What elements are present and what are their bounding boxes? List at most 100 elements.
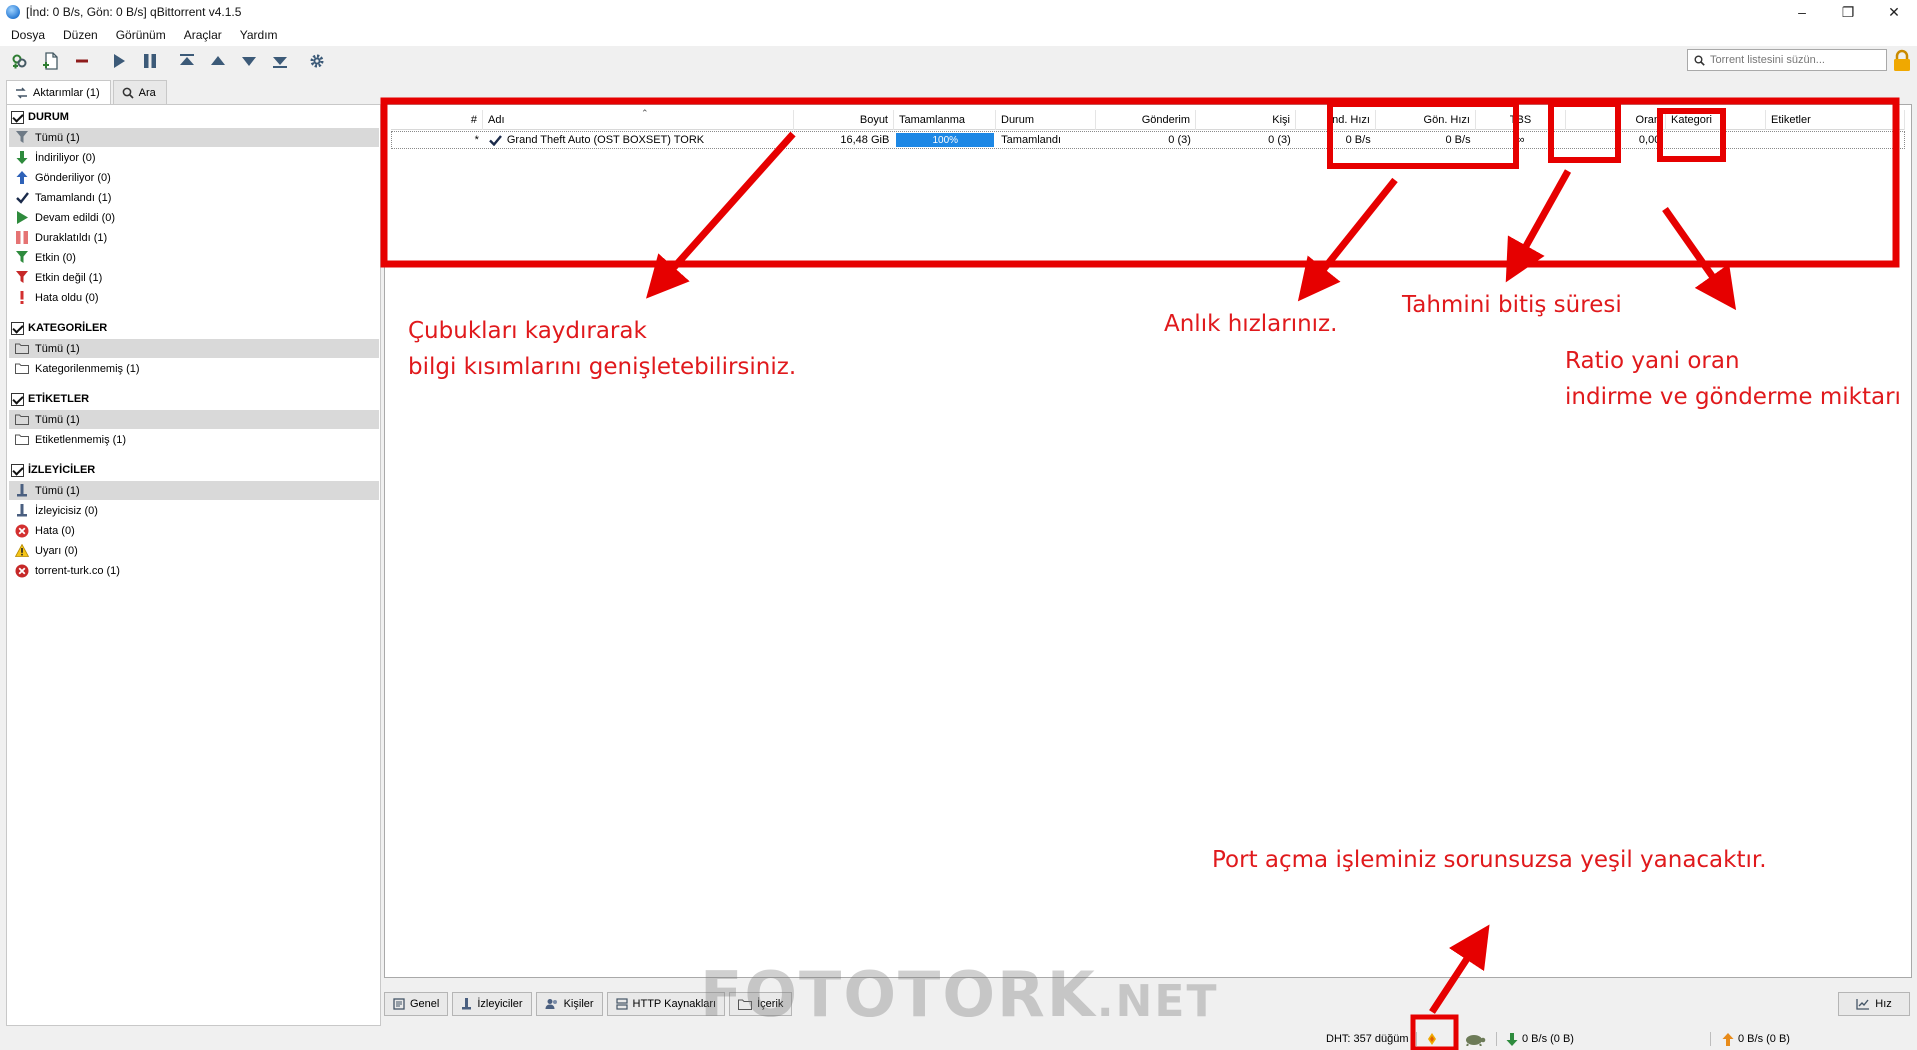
resume-icon xyxy=(114,54,125,68)
maximize-button[interactable]: ❐ xyxy=(1825,0,1871,24)
column-header-name[interactable]: Adı xyxy=(483,110,794,130)
menu-file[interactable]: Dosya xyxy=(2,28,54,42)
add-link-icon xyxy=(12,54,27,69)
move-up-button[interactable] xyxy=(204,48,232,74)
pause-icon xyxy=(144,54,156,68)
column-header-status[interactable]: Durum xyxy=(996,110,1096,130)
tracker-item-trackerless[interactable]: İzleyicisiz (0) xyxy=(9,501,379,520)
add-file-button[interactable] xyxy=(37,48,65,74)
remove-button[interactable] xyxy=(68,48,96,74)
tab-trackers-label: İzleyiciler xyxy=(477,998,523,1010)
table-row[interactable]: * Grand Theft Auto (OST BOXSET) TORK 16,… xyxy=(391,131,1905,149)
move-top-button[interactable] xyxy=(173,48,201,74)
categories-section-header[interactable]: KATEGORİLER xyxy=(11,319,107,337)
turtle-icon xyxy=(1466,1035,1486,1046)
status-item-label: Hata oldu (0) xyxy=(35,291,99,304)
tag-item-untagged[interactable]: Etiketlenmemiş (1) xyxy=(9,430,379,449)
category-item-all[interactable]: Tümü (1) xyxy=(9,339,379,358)
menu-tools[interactable]: Araçlar xyxy=(175,28,231,42)
tab-peers[interactable]: Kişiler xyxy=(535,992,603,1016)
status-bar: DHT: 357 düğüm 0 B/s (0 B) 0 B/s (0 B) xyxy=(0,1028,1917,1050)
tags-section-header[interactable]: ETİKETLER xyxy=(11,390,89,408)
check-icon xyxy=(15,191,29,205)
menu-edit[interactable]: Düzen xyxy=(54,28,107,42)
status-item-completed[interactable]: Tamamlandı (1) xyxy=(9,188,379,207)
connection-status-button[interactable] xyxy=(1424,1031,1440,1047)
minimize-button[interactable]: – xyxy=(1779,0,1825,24)
annotation-eta: Tahmini bitiş süresi xyxy=(1402,292,1622,318)
arrow-down-icon xyxy=(15,151,29,165)
annotation-ratio-line1: Ratio yani oran xyxy=(1565,348,1740,374)
move-bottom-button[interactable] xyxy=(266,48,294,74)
tracker-item-warning[interactable]: Uyarı (0) xyxy=(9,541,379,560)
speed-graph-button[interactable]: Hız xyxy=(1838,992,1910,1016)
category-item-uncategorized[interactable]: Kategorilenmemiş (1) xyxy=(9,359,379,378)
left-tab-bar: Aktarımlar (1) Ara xyxy=(6,80,169,105)
move-up-icon xyxy=(211,56,225,65)
status-item-seeding[interactable]: Gönderiliyor (0) xyxy=(9,168,379,187)
menu-help[interactable]: Yardım xyxy=(231,28,287,42)
status-item-errored[interactable]: Hata oldu (0) xyxy=(9,288,379,307)
tab-search[interactable]: Ara xyxy=(112,80,167,104)
categories-section-checkbox[interactable] xyxy=(11,321,24,335)
status-item-downloading[interactable]: İndiriliyor (0) xyxy=(9,148,379,167)
annotation-port: Port açma işleminiz sorunsuzsa yeşil yan… xyxy=(1212,847,1767,873)
move-down-button[interactable] xyxy=(235,48,263,74)
status-item-inactive[interactable]: Etkin değil (1) xyxy=(9,268,379,287)
status-item-active[interactable]: Etkin (0) xyxy=(9,248,379,267)
column-header-peers[interactable]: Kişi xyxy=(1196,110,1296,130)
column-header-download-speed[interactable]: İnd. Hızı xyxy=(1296,110,1376,130)
tags-section-checkbox[interactable] xyxy=(11,392,24,406)
tab-general[interactable]: Genel xyxy=(384,992,449,1016)
sort-up-icon: ⌃ xyxy=(641,108,649,118)
settings-button[interactable] xyxy=(303,48,331,74)
download-speed-status[interactable]: 0 B/s (0 B) xyxy=(1506,1031,1574,1047)
dht-nodes: DHT: 357 düğüm xyxy=(1326,1033,1409,1045)
trackers-section-header[interactable]: İZLEYİCİLER xyxy=(11,461,95,479)
pause-button[interactable] xyxy=(136,48,164,74)
status-item-paused[interactable]: Duraklatıldı (1) xyxy=(9,228,379,247)
tab-transfers[interactable]: Aktarımlar (1) xyxy=(6,80,111,105)
arrow-up-icon xyxy=(15,171,29,185)
column-header-ratio[interactable]: Oran xyxy=(1566,110,1666,130)
add-link-button[interactable] xyxy=(6,48,34,74)
tag-item-label: Tümü (1) xyxy=(35,413,80,426)
row-name-cell: Grand Theft Auto (OST BOXSET) TORK xyxy=(484,132,795,148)
menu-view[interactable]: Görünüm xyxy=(107,28,175,42)
status-item-label: Tümü (1) xyxy=(35,131,80,144)
tracker-item-all[interactable]: Tümü (1) xyxy=(9,481,379,500)
status-section-header[interactable]: DURUM xyxy=(11,108,69,126)
tracker-item-torrent-turk[interactable]: torrent-turk.co (1) xyxy=(9,561,379,580)
folder-icon xyxy=(15,433,29,447)
tracker-item-error[interactable]: Hata (0) xyxy=(9,521,379,540)
status-item-all[interactable]: Tümü (1) xyxy=(9,128,379,147)
upload-speed-status[interactable]: 0 B/s (0 B) xyxy=(1722,1031,1790,1047)
exclamation-icon xyxy=(15,291,29,305)
annotation-speeds: Anlık hızlarınız. xyxy=(1164,311,1338,337)
server-icon xyxy=(615,998,628,1010)
column-header-number[interactable]: # xyxy=(391,110,483,130)
column-header-upload-speed[interactable]: Gön. Hızı xyxy=(1376,110,1476,130)
folder-icon xyxy=(15,342,29,356)
tag-item-all[interactable]: Tümü (1) xyxy=(9,410,379,429)
column-header-category[interactable]: Kategori xyxy=(1666,110,1766,130)
check-icon xyxy=(489,134,502,146)
lock-icon[interactable] xyxy=(1891,49,1913,73)
close-button[interactable]: ✕ xyxy=(1871,0,1917,24)
tab-trackers[interactable]: İzleyiciler xyxy=(452,992,532,1016)
trackers-section-checkbox[interactable] xyxy=(11,463,24,477)
tab-peers-label: Kişiler xyxy=(563,998,594,1010)
alt-speed-toggle[interactable] xyxy=(1464,1031,1486,1047)
column-header-size[interactable]: Boyut xyxy=(794,110,894,130)
resume-button[interactable] xyxy=(105,48,133,74)
category-item-label: Tümü (1) xyxy=(35,342,80,355)
column-header-tags[interactable]: Etiketler xyxy=(1766,110,1905,130)
connection-status-icon xyxy=(1428,1033,1436,1045)
column-header-seeds[interactable]: Gönderim xyxy=(1096,110,1196,130)
status-item-resumed[interactable]: Devam edildi (0) xyxy=(9,208,379,227)
status-section-checkbox[interactable] xyxy=(11,110,24,124)
transfer-table-header: ⌃ # Adı Boyut Tamamlanma Durum Gönderim … xyxy=(391,108,1905,130)
column-header-progress[interactable]: Tamamlanma xyxy=(894,110,996,130)
torrent-filter-input[interactable] xyxy=(1710,54,1880,66)
column-header-eta[interactable]: TBS xyxy=(1476,110,1566,130)
